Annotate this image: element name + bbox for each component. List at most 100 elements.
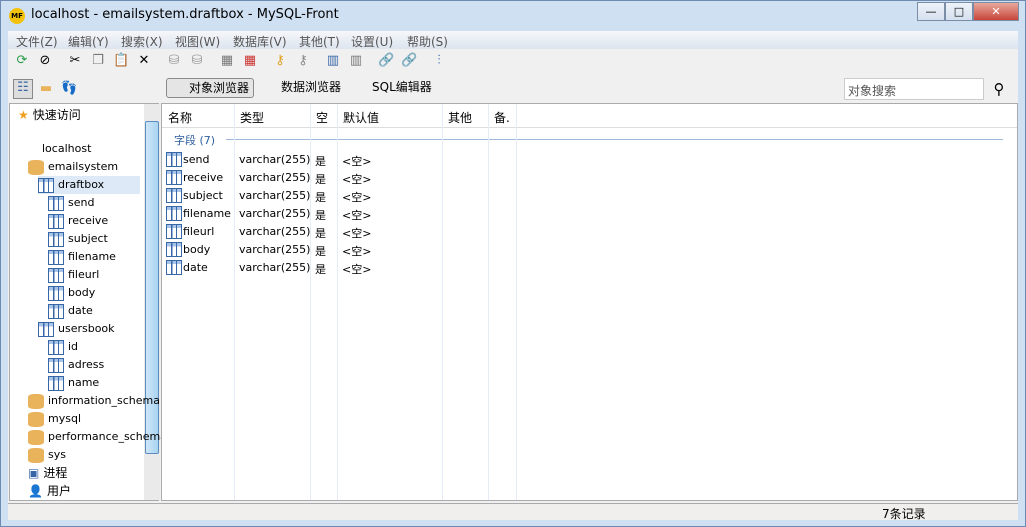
- title-bar: MF localhost - emailsystem.draftbox - My…: [1, 1, 1025, 31]
- tree-label: 用户: [46, 484, 71, 498]
- tree-item-field[interactable]: date: [48, 302, 93, 320]
- table-icon: [48, 195, 64, 211]
- table-row[interactable]: send varchar(255) 是 <空>: [162, 151, 522, 169]
- table-row[interactable]: subject varchar(255) 是 <空>: [162, 187, 522, 205]
- app-logo: MF: [9, 8, 25, 24]
- tree-item-field[interactable]: adress: [48, 356, 104, 374]
- column-header-5[interactable]: 备.: [494, 109, 510, 126]
- drop-key-icon[interactable]: ⚷: [295, 53, 311, 69]
- tree-item-field-label: id: [68, 340, 79, 353]
- tree-item-quick-access[interactable]: ★ 快速访问: [18, 106, 81, 124]
- tree-item-field[interactable]: body: [48, 284, 95, 302]
- new-field-icon[interactable]: ▥: [325, 53, 341, 69]
- maximize-button[interactable]: □: [945, 2, 973, 21]
- drop-link-icon[interactable]: 🔗: [401, 53, 417, 69]
- table-icon: [48, 249, 64, 265]
- table-row[interactable]: fileurl varchar(255) 是 <空>: [162, 223, 522, 241]
- tree-item-table[interactable]: usersbook: [38, 320, 115, 338]
- tree-item-field-label: name: [68, 376, 100, 389]
- tree-item-field[interactable]: fileurl: [48, 266, 99, 284]
- tree-item-field[interactable]: name: [48, 374, 99, 392]
- tab-data-browser[interactable]: 数据浏览器: [259, 78, 345, 98]
- field-icon: [166, 152, 182, 167]
- close-button[interactable]: ✕: [973, 2, 1019, 21]
- column-header-3[interactable]: 默认值: [343, 109, 379, 126]
- menu-bar: 文件(Z) 编辑(Y) 搜索(X) 视图(W) 数据库(V) 其他(T) 设置(U) 帮助(S…: [8, 31, 1018, 49]
- tree-item-field[interactable]: id: [48, 338, 78, 356]
- minimize-button[interactable]: —: [917, 2, 945, 21]
- tree-item-host[interactable]: localhost: [22, 140, 91, 158]
- record-count: 7条记录: [882, 507, 926, 521]
- tree-label: 快速访问: [32, 108, 81, 122]
- tree-item-database[interactable]: mysql: [28, 410, 81, 428]
- column-header-1[interactable]: 类型: [240, 109, 264, 126]
- tree-item-users[interactable]: 👤 用户: [28, 482, 71, 500]
- menu-item[interactable]: 其他(T): [299, 33, 340, 50]
- tab-object-browser[interactable]: 对象浏览器: [166, 78, 255, 98]
- column-header-4[interactable]: 其他: [448, 109, 472, 126]
- database-icon: [28, 429, 44, 445]
- new-link-icon[interactable]: 🔗: [378, 53, 394, 69]
- tab-label: SQL编辑器: [372, 80, 432, 94]
- field-icon: [166, 242, 182, 257]
- menu-item[interactable]: 文件(Z): [16, 33, 58, 50]
- menu-item[interactable]: 视图(W): [175, 33, 220, 50]
- paste-icon[interactable]: 📋: [113, 53, 129, 69]
- database-icon: [28, 159, 44, 175]
- table-row[interactable]: receive varchar(255) 是 <空>: [162, 169, 522, 187]
- menu-item[interactable]: 编辑(Y): [68, 33, 109, 50]
- cell: fileurl: [183, 225, 215, 238]
- tree-item-database[interactable]: performance_schema: [28, 428, 167, 446]
- cell: <空>: [342, 209, 372, 222]
- tree-item-field[interactable]: send: [48, 194, 94, 212]
- tree-item-database[interactable]: sys: [28, 446, 66, 464]
- drop-field-icon[interactable]: ▥: [348, 53, 364, 69]
- column-header-0[interactable]: 名称: [168, 109, 192, 126]
- tree-item-database[interactable]: emailsystem: [28, 158, 118, 176]
- tree-item-field[interactable]: filename: [48, 248, 116, 266]
- database-icon: [28, 411, 44, 427]
- new-key-icon[interactable]: ⚷: [272, 53, 288, 69]
- history-icon[interactable]: 👣: [61, 81, 77, 97]
- menu-item[interactable]: 搜索(X): [121, 33, 163, 50]
- tree-item-database[interactable]: information_schema: [28, 392, 160, 410]
- folder-view-icon[interactable]: ▬: [38, 81, 54, 97]
- search-icon[interactable]: ⚲: [991, 81, 1007, 97]
- tab-sql-editor[interactable]: SQL编辑器: [350, 78, 436, 98]
- settings-sliders-icon[interactable]: ⫶: [431, 53, 447, 69]
- tree-item-field[interactable]: receive: [48, 212, 108, 230]
- grid-header: 名称 类型 空默认值 其他 备.: [162, 104, 1017, 128]
- new-table-icon[interactable]: ▦: [219, 53, 235, 69]
- app-window: MF localhost - emailsystem.draftbox - My…: [0, 0, 1026, 527]
- table-icon: [48, 231, 64, 247]
- column-header-2[interactable]: 空: [316, 109, 328, 126]
- new-database-icon[interactable]: ⛁: [166, 53, 182, 69]
- refresh-icon[interactable]: ⟳: [14, 53, 30, 69]
- database-icon: [28, 447, 44, 463]
- table-row[interactable]: body varchar(255) 是 <空>: [162, 241, 522, 259]
- table-row[interactable]: filename varchar(255) 是 <空>: [162, 205, 522, 223]
- tree-item-field[interactable]: subject: [48, 230, 108, 248]
- copy-icon[interactable]: ❐: [90, 53, 106, 69]
- cell: receive: [183, 171, 224, 184]
- window-title: localhost - emailsystem.draftbox - MySQL…: [31, 7, 339, 22]
- cell: send: [183, 153, 210, 166]
- drop-database-icon[interactable]: ⛁: [189, 53, 205, 69]
- field-icon: [166, 224, 182, 239]
- tree-view-icon[interactable]: ☷: [13, 79, 33, 99]
- delete-icon[interactable]: ✕: [136, 53, 152, 69]
- object-search-input[interactable]: 对象搜索: [844, 78, 984, 100]
- cut-icon[interactable]: ✂: [67, 53, 83, 69]
- stop-icon[interactable]: ⊘: [37, 53, 53, 69]
- table-row[interactable]: date varchar(255) 是 <空>: [162, 259, 522, 277]
- status-bar: 7条记录: [8, 503, 1018, 521]
- cell: <空>: [342, 245, 372, 258]
- drop-table-icon[interactable]: ▦: [242, 53, 258, 69]
- tree-item-processes[interactable]: ▣ 进程: [28, 464, 67, 482]
- menu-item[interactable]: 数据库(V): [233, 33, 287, 50]
- tree-item-field-label: body: [68, 286, 96, 299]
- field-icon: [166, 188, 182, 203]
- menu-item[interactable]: 设置(U): [351, 33, 393, 50]
- tree-item-table[interactable]: draftbox: [38, 176, 140, 194]
- menu-item[interactable]: 帮助(S): [407, 33, 448, 50]
